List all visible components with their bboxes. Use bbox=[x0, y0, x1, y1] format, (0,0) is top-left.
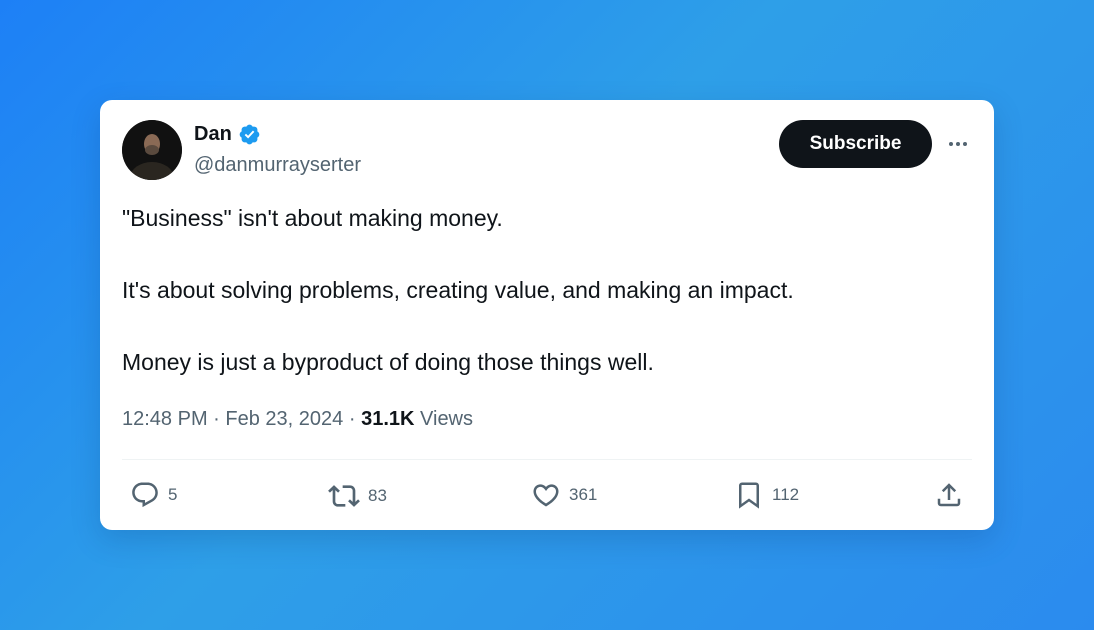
retweet-button[interactable]: 83 bbox=[328, 480, 387, 512]
bookmark-count: 112 bbox=[772, 485, 800, 504]
share-button[interactable] bbox=[934, 480, 964, 510]
bookmark-icon bbox=[734, 480, 764, 510]
retweet-count: 83 bbox=[368, 486, 387, 505]
meta-separator: · bbox=[348, 408, 356, 430]
retweet-icon bbox=[328, 480, 360, 512]
reply-icon bbox=[130, 480, 160, 510]
tweet-paragraph-1: "Business" isn't about making money. bbox=[122, 205, 503, 231]
like-button[interactable]: 361 bbox=[531, 480, 597, 510]
views-count: 31.1K bbox=[361, 408, 415, 430]
reply-button[interactable]: 5 bbox=[130, 480, 177, 510]
divider bbox=[122, 459, 972, 460]
tweet-card: Dan @danmurrayserter Subscribe "Business… bbox=[100, 100, 994, 530]
tweet-time[interactable]: 12:48 PM bbox=[122, 408, 208, 430]
author-name[interactable]: Dan bbox=[194, 122, 232, 146]
meta-separator: · bbox=[213, 408, 220, 430]
share-icon bbox=[934, 480, 964, 510]
heart-icon bbox=[531, 480, 561, 510]
views-label: Views bbox=[420, 408, 474, 430]
bookmark-button[interactable]: 112 bbox=[734, 480, 799, 510]
author-handle[interactable]: @danmurrayserter bbox=[194, 153, 361, 177]
verified-badge-icon bbox=[238, 123, 261, 146]
tweet-paragraph-3: Money is just a byproduct of doing those… bbox=[122, 349, 654, 375]
reply-count: 5 bbox=[168, 485, 178, 504]
tweet-text: "Business" isn't about making money. It'… bbox=[122, 203, 972, 419]
tweet-paragraph-2: It's about solving problems, creating va… bbox=[122, 277, 794, 303]
tweet-meta: 12:48 PM · Feb 23, 2024 · 31.1K Views bbox=[122, 406, 473, 432]
tweet-date[interactable]: Feb 23, 2024 bbox=[225, 408, 343, 430]
author-name-row[interactable]: Dan bbox=[194, 122, 261, 146]
avatar[interactable] bbox=[122, 120, 182, 180]
subscribe-button[interactable]: Subscribe bbox=[779, 120, 932, 168]
like-count: 361 bbox=[569, 485, 598, 504]
more-options-icon[interactable] bbox=[944, 130, 972, 158]
